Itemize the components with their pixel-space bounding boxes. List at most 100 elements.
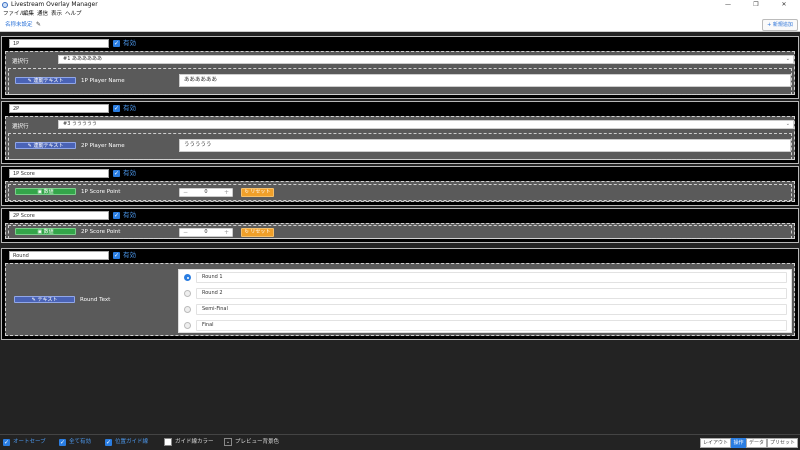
number-mode-button[interactable]: ▣ 数値 bbox=[15, 188, 76, 195]
app-icon bbox=[2, 2, 8, 8]
round-text-input[interactable]: Semi-Final bbox=[196, 304, 787, 315]
player-name-input[interactable]: ううううう bbox=[179, 139, 791, 152]
reset-button[interactable]: ↻ リセット bbox=[241, 188, 274, 197]
refresh-icon: ↻ bbox=[244, 229, 249, 235]
tab-preset[interactable]: プリセット bbox=[767, 438, 798, 448]
linked-text-mode-button[interactable]: ✎ 連動テキスト bbox=[15, 142, 76, 149]
panel-body: ✎ テキスト Round Text Round 1 Round 2 Semi-F… bbox=[5, 263, 795, 336]
row-select-value: #1 ああああああ bbox=[63, 56, 102, 62]
panel-1p: ✓ 有効 選択行 #1 ああああああ ⌄ ✎ 連動テキスト 1P Player … bbox=[1, 36, 799, 99]
field-label: Round Text bbox=[80, 297, 111, 303]
autosave-checkbox[interactable]: ✓ bbox=[3, 439, 10, 446]
increment-button[interactable]: + bbox=[222, 189, 231, 196]
panel-round: ✓ 有効 ✎ テキスト Round Text Round 1 Round 2 S… bbox=[1, 248, 799, 340]
document-tab[interactable]: 名称未設定 bbox=[5, 20, 33, 30]
pencil-icon: ✎ bbox=[27, 143, 32, 149]
reset-label: リセット bbox=[250, 229, 271, 235]
panel-name-input[interactable] bbox=[9, 104, 109, 113]
round-radio-selected[interactable] bbox=[184, 274, 191, 281]
menu-bar: ファイル 編集 通信 表示 ヘルプ bbox=[0, 10, 800, 18]
enabled-label: 有効 bbox=[123, 251, 136, 259]
select-row-label: 選択行 bbox=[12, 59, 29, 65]
panel-body: ▣ 数値 2P Score Point − 0 + ↻ リセット bbox=[5, 223, 795, 239]
list-item: Round 1 bbox=[179, 270, 791, 286]
all-enabled-checkbox[interactable]: ✓ bbox=[59, 439, 66, 446]
linked-text-mode-button[interactable]: ✎ 連動テキスト bbox=[15, 77, 76, 84]
enabled-checkbox[interactable]: ✓ bbox=[113, 212, 120, 219]
minimize-button[interactable]: — bbox=[716, 0, 740, 10]
text-mode-button[interactable]: ✎ テキスト bbox=[14, 296, 75, 303]
increment-button[interactable]: + bbox=[222, 229, 231, 236]
position-guide-label: 位置ガイド線 bbox=[115, 439, 149, 445]
pencil-icon: ✎ bbox=[31, 297, 36, 303]
round-text-input[interactable]: Final bbox=[196, 320, 787, 331]
enabled-checkbox[interactable]: ✓ bbox=[113, 170, 120, 177]
row-select-value: #3 ううううう bbox=[63, 121, 97, 127]
number-mode-button[interactable]: ▣ 数値 bbox=[15, 228, 76, 235]
round-radio[interactable] bbox=[184, 322, 191, 329]
decrement-button[interactable]: − bbox=[181, 229, 190, 236]
guide-color-swatch[interactable] bbox=[164, 438, 172, 446]
pencil-icon: ✎ bbox=[27, 78, 32, 84]
round-text-input[interactable]: Round 2 bbox=[196, 288, 787, 299]
menu-file[interactable]: ファイル bbox=[3, 10, 25, 18]
round-list: Round 1 Round 2 Semi-Final Final bbox=[178, 269, 792, 333]
round-radio[interactable] bbox=[184, 306, 191, 313]
title-bar: Livestream Overlay Manager — ❐ ✕ bbox=[0, 0, 800, 10]
panel-2p-score: ✓ 有効 ▣ 数値 2P Score Point − 0 + ↻ リセット bbox=[1, 208, 799, 243]
score-value[interactable]: 0 bbox=[190, 189, 222, 196]
add-new-button[interactable]: + 新規追加 bbox=[762, 19, 798, 31]
save-icon: ▣ bbox=[37, 229, 43, 235]
score-value[interactable]: 0 bbox=[190, 229, 222, 236]
all-enabled-label: 全て有効 bbox=[69, 439, 92, 445]
panel-header: ✓ 有効 bbox=[2, 209, 798, 223]
list-item: Semi-Final bbox=[179, 302, 791, 318]
score-stepper[interactable]: − 0 + bbox=[179, 228, 233, 237]
enabled-label: 有効 bbox=[123, 169, 136, 177]
reset-label: リセット bbox=[250, 189, 271, 195]
menu-help[interactable]: ヘルプ bbox=[65, 10, 82, 18]
rename-icon[interactable]: ✎ bbox=[36, 20, 41, 30]
chevron-down-icon[interactable]: ⌄ bbox=[224, 438, 232, 446]
menu-view[interactable]: 表示 bbox=[51, 10, 62, 18]
decrement-button[interactable]: − bbox=[181, 189, 190, 196]
position-guide-checkbox[interactable]: ✓ bbox=[105, 439, 112, 446]
tab-operation[interactable]: 操作 bbox=[731, 438, 746, 448]
enabled-checkbox[interactable]: ✓ bbox=[113, 252, 120, 259]
tab-layout[interactable]: レイアウト bbox=[700, 438, 731, 448]
panel-name-input[interactable] bbox=[9, 251, 109, 260]
round-text-input[interactable]: Round 1 bbox=[196, 272, 787, 283]
tab-data[interactable]: データ bbox=[746, 438, 767, 448]
player-name-input[interactable]: ああああああ bbox=[179, 74, 791, 87]
panel-body: 選択行 #1 ああああああ ⌄ ✎ 連動テキスト 1P Player Name … bbox=[5, 51, 795, 95]
score-row: ▣ 数値 1P Score Point − 0 + ↻ リセット bbox=[8, 184, 792, 201]
enabled-checkbox[interactable]: ✓ bbox=[113, 105, 120, 112]
round-radio[interactable] bbox=[184, 290, 191, 297]
list-item: Round 2 bbox=[179, 286, 791, 302]
maximize-button[interactable]: ❐ bbox=[744, 0, 768, 10]
add-new-label: 新規追加 bbox=[772, 22, 793, 28]
panel-name-input[interactable] bbox=[9, 211, 109, 220]
enabled-checkbox[interactable]: ✓ bbox=[113, 40, 120, 47]
panel-2p: ✓ 有効 選択行 #3 ううううう ⌄ ✎ 連動テキスト 2P Player N… bbox=[1, 101, 799, 164]
toolbar: 名称未設定 ✎ + 新規追加 bbox=[0, 18, 800, 32]
panel-header: ✓ 有効 bbox=[2, 102, 798, 116]
row-select[interactable]: #3 ううううう ⌄ bbox=[58, 120, 794, 129]
panel-header: ✓ 有効 bbox=[2, 37, 798, 51]
field-label: 1P Score Point bbox=[81, 189, 121, 195]
select-row-label: 選択行 bbox=[12, 124, 29, 130]
menu-edit[interactable]: 編集 bbox=[23, 10, 34, 18]
window-title: Livestream Overlay Manager bbox=[11, 1, 98, 8]
linked-text-row: ✎ 連動テキスト 1P Player Name ああああああ bbox=[8, 68, 792, 95]
panel-name-input[interactable] bbox=[9, 169, 109, 178]
panel-1p-score: ✓ 有効 ▣ 数値 1P Score Point − 0 + ↻ リセット bbox=[1, 166, 799, 206]
row-select[interactable]: #1 ああああああ ⌄ bbox=[58, 55, 794, 64]
enabled-label: 有効 bbox=[123, 104, 136, 112]
reset-button[interactable]: ↻ リセット bbox=[241, 228, 274, 237]
panel-name-input[interactable] bbox=[9, 39, 109, 48]
score-stepper[interactable]: − 0 + bbox=[179, 188, 233, 197]
menu-network[interactable]: 通信 bbox=[37, 10, 48, 18]
panel-body: ▣ 数値 1P Score Point − 0 + ↻ リセット bbox=[5, 181, 795, 202]
chevron-down-icon: ⌄ bbox=[785, 56, 790, 62]
close-button[interactable]: ✕ bbox=[772, 0, 796, 10]
